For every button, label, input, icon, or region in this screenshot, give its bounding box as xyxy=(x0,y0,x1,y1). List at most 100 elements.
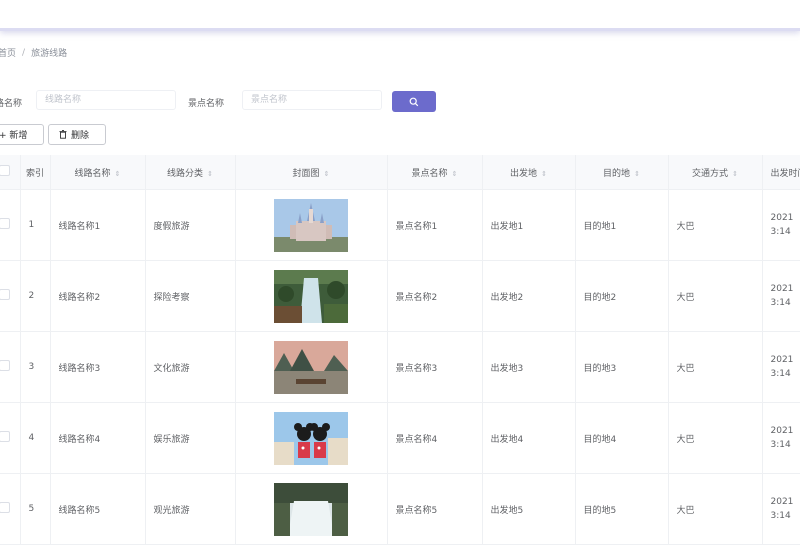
row-checkbox[interactable] xyxy=(0,431,10,442)
header-spot-name[interactable]: 景点名称 ⇕ xyxy=(387,155,483,190)
cell-transport: 大巴 xyxy=(668,402,763,474)
cell-departure-time: 2021 3:14 xyxy=(762,331,800,403)
time-line-1: 2021 xyxy=(770,284,794,294)
cell-route-name: 线路名称1 xyxy=(50,189,146,261)
spot-name-label: 景点名称 xyxy=(188,99,225,109)
cell-destination: 目的地4 xyxy=(575,402,669,474)
table-row[interactable]: 2 线路名称2 探险考察 景点名称2 出发地2 目的地2 大巴 2021 3:14 xyxy=(0,260,800,332)
breadcrumb-current: 旅游线路 xyxy=(31,49,68,59)
cell-spot-name: 景点名称4 xyxy=(387,402,483,474)
header-transport[interactable]: 交通方式 ⇕ xyxy=(668,155,763,190)
cell-category: 度假旅游 xyxy=(145,189,236,261)
delete-button-label: 删除 xyxy=(71,131,90,141)
row-select-cell[interactable] xyxy=(0,402,21,474)
cell-index: 4 xyxy=(20,402,51,474)
route-name-label: 线路名称 xyxy=(0,99,23,109)
cell-departure: 出发地1 xyxy=(482,189,576,261)
cell-cover[interactable] xyxy=(235,473,388,545)
cell-index: 2 xyxy=(20,260,51,332)
cell-cover[interactable] xyxy=(235,331,388,403)
row-select-cell[interactable] xyxy=(0,189,21,261)
time-line-1: 2021 xyxy=(770,355,794,365)
header-transport-label: 交通方式 xyxy=(692,168,729,179)
cell-destination: 目的地2 xyxy=(575,260,669,332)
table-body: 1 线路名称1 度假旅游 景点名称1 出发地1 目的地1 大巴 2021 3:14 2 线路名称2 探… xyxy=(0,189,800,545)
cell-transport: 大巴 xyxy=(668,331,763,403)
cell-spot-name: 景点名称2 xyxy=(387,260,483,332)
sort-icon[interactable]: ⇕ xyxy=(541,170,547,178)
cell-route-name: 线路名称3 xyxy=(50,331,146,403)
cell-index: 5 xyxy=(20,473,51,545)
spot-name-input[interactable] xyxy=(242,90,382,110)
cell-spot-name: 景点名称1 xyxy=(387,189,483,261)
row-checkbox[interactable] xyxy=(0,289,10,300)
sort-icon[interactable]: ⇕ xyxy=(732,170,738,178)
search-icon xyxy=(409,97,419,106)
table-row[interactable]: 1 线路名称1 度假旅游 景点名称1 出发地1 目的地1 大巴 2021 3:14 xyxy=(0,189,800,261)
cell-cover[interactable] xyxy=(235,260,388,332)
header-departure-time[interactable]: 出发时间 xyxy=(762,155,800,190)
search-button[interactable] xyxy=(392,91,436,112)
sort-icon[interactable]: ⇕ xyxy=(324,170,330,178)
time-line-1: 2021 xyxy=(770,497,794,507)
sort-icon[interactable]: ⇕ xyxy=(115,170,121,178)
row-select-cell[interactable] xyxy=(0,331,21,403)
cover-image-mickey xyxy=(273,411,348,465)
header-index: 索引 xyxy=(20,155,51,190)
sort-icon[interactable]: ⇕ xyxy=(452,170,458,178)
time-line-1: 2021 xyxy=(770,426,794,436)
cell-category: 观光旅游 xyxy=(145,473,236,545)
cover-image-falls xyxy=(273,482,348,536)
cell-destination: 目的地5 xyxy=(575,473,669,545)
header-select-all[interactable] xyxy=(0,155,21,190)
cell-departure: 出发地2 xyxy=(482,260,576,332)
breadcrumb-separator: / xyxy=(22,47,26,58)
table-row[interactable]: 5 线路名称5 观光旅游 景点名称5 出发地5 目的地5 大巴 2021 3:14 xyxy=(0,473,800,545)
cover-image-river xyxy=(273,340,348,394)
table-row[interactable]: 3 线路名称3 文化旅游 景点名称3 出发地3 目的地3 大巴 2021 3:14 xyxy=(0,331,800,403)
cell-transport: 大巴 xyxy=(668,260,763,332)
cell-index: 3 xyxy=(20,331,51,403)
time-line-2: 3:14 xyxy=(770,227,791,237)
cover-image-waterfall xyxy=(273,269,348,323)
sort-icon[interactable]: ⇕ xyxy=(634,170,640,178)
table-row[interactable]: 4 线路名称4 娱乐旅游 景点名称4 出发地4 目的地4 大巴 2021 3:14 xyxy=(0,402,800,474)
cell-departure-time: 2021 3:14 xyxy=(762,189,800,261)
add-button[interactable]: + 新增 xyxy=(0,124,44,145)
cell-cover[interactable] xyxy=(235,402,388,474)
trash-icon xyxy=(59,130,67,139)
cell-category: 文化旅游 xyxy=(145,331,236,403)
cell-category: 娱乐旅游 xyxy=(145,402,236,474)
header-destination[interactable]: 目的地 ⇕ xyxy=(575,155,669,190)
header-route-name-label: 线路名称 xyxy=(74,168,111,179)
header-cover[interactable]: 封面图 ⇕ xyxy=(235,155,388,190)
cell-departure: 出发地3 xyxy=(482,331,576,403)
cell-route-name: 线路名称4 xyxy=(50,402,146,474)
delete-button[interactable]: 删除 xyxy=(48,124,106,145)
sort-icon[interactable]: ⇕ xyxy=(207,170,213,178)
header-category-label: 线路分类 xyxy=(167,168,204,179)
cell-index: 1 xyxy=(20,189,51,261)
route-name-input[interactable] xyxy=(36,90,176,110)
cell-spot-name: 景点名称3 xyxy=(387,331,483,403)
header-route-name[interactable]: 线路名称 ⇕ xyxy=(50,155,146,190)
header-departure[interactable]: 出发地 ⇕ xyxy=(482,155,576,190)
add-button-label: + 新增 xyxy=(0,131,28,141)
header-destination-label: 目的地 xyxy=(603,168,631,179)
row-checkbox[interactable] xyxy=(0,218,10,229)
cell-category: 探险考察 xyxy=(145,260,236,332)
cell-route-name: 线路名称5 xyxy=(50,473,146,545)
cell-destination: 目的地1 xyxy=(575,189,669,261)
cell-cover[interactable] xyxy=(235,189,388,261)
row-select-cell[interactable] xyxy=(0,473,21,545)
row-checkbox[interactable] xyxy=(0,360,10,371)
breadcrumb: 首页 / 旅游线路 xyxy=(0,46,68,60)
header-category[interactable]: 线路分类 ⇕ xyxy=(145,155,236,190)
select-all-checkbox[interactable] xyxy=(0,165,11,176)
row-select-cell[interactable] xyxy=(0,260,21,332)
row-checkbox[interactable] xyxy=(0,502,10,513)
cell-departure-time: 2021 3:14 xyxy=(762,473,800,545)
breadcrumb-home[interactable]: 首页 xyxy=(0,46,16,59)
cell-spot-name: 景点名称5 xyxy=(387,473,483,545)
cover-image-castle xyxy=(273,198,348,252)
